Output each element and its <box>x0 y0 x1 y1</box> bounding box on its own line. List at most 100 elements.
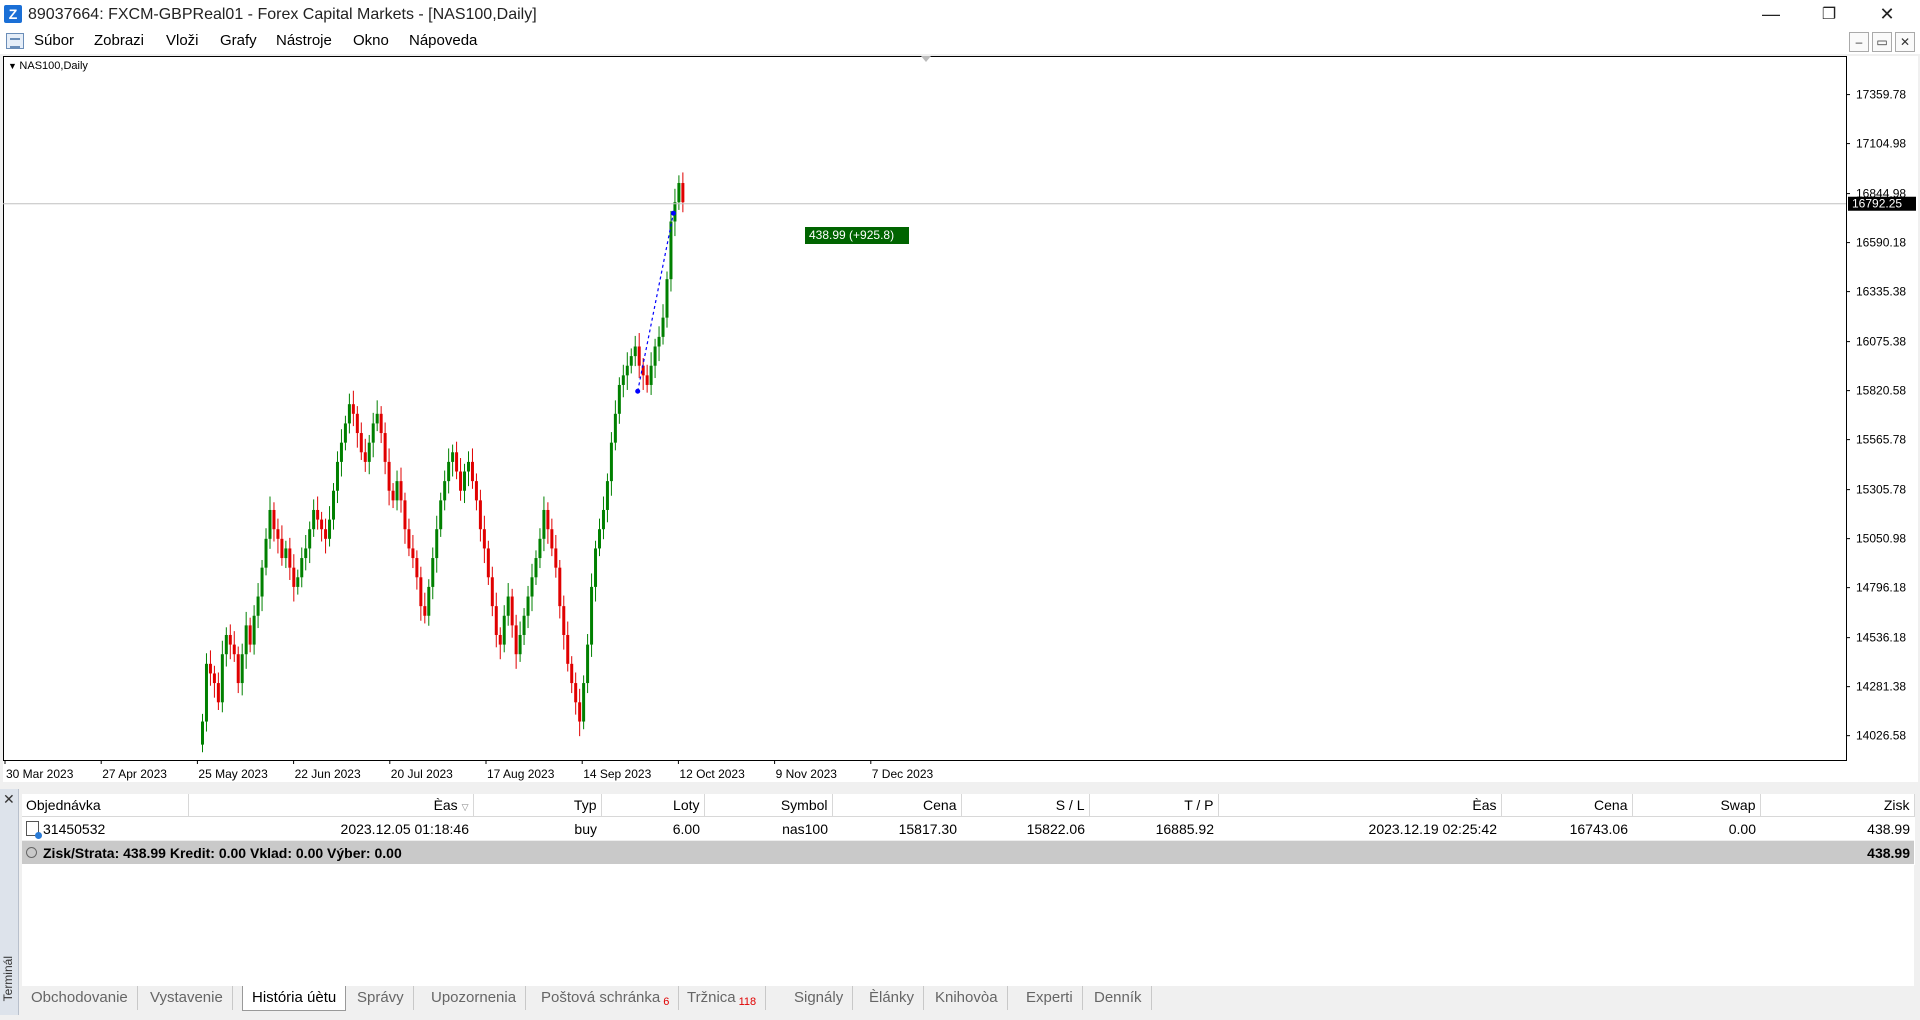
tab-label: Upozornenia <box>431 989 517 1006</box>
sl-cell: 15822.06 <box>961 816 1089 841</box>
menu-bar: Súbor Zobrazi Vloži Grafy Nástroje Okno … <box>0 29 1920 54</box>
candle-body <box>324 529 328 539</box>
price-chart[interactable]: 17359.7817104.9816844.9816590.1816335.38… <box>3 56 1918 782</box>
y-tick-label: 16075.38 <box>1856 335 1906 349</box>
candle-body <box>264 538 268 568</box>
restore-button[interactable]: ❐ <box>1800 0 1858 29</box>
mdi-minimize-button[interactable]: – <box>1849 32 1869 52</box>
candle-body <box>284 548 288 559</box>
tab-account-history[interactable]: História úètu <box>242 986 347 1011</box>
tab-library[interactable]: Knihovòa <box>926 986 1008 1010</box>
menu-file[interactable]: Súbor <box>34 32 74 49</box>
candle-body <box>582 683 586 722</box>
col-type[interactable]: Typ <box>473 794 602 817</box>
col-close-price[interactable]: Cena <box>1501 794 1633 817</box>
tab-articles[interactable]: Èlánky <box>860 986 925 1010</box>
close-button[interactable]: ✕ <box>1858 0 1916 29</box>
candle-body <box>260 567 264 597</box>
candle-body <box>411 548 415 559</box>
col-swap[interactable]: Swap <box>1632 794 1761 817</box>
col-symbol[interactable]: Symbol <box>704 794 833 817</box>
candle-body <box>435 529 439 559</box>
mdi-close-button[interactable]: ✕ <box>1895 32 1915 52</box>
tab-trade[interactable]: Obchodovanie <box>22 986 138 1010</box>
col-sl[interactable]: S / L <box>961 794 1090 817</box>
menu-window[interactable]: Okno <box>353 32 389 49</box>
candle-body <box>312 509 316 530</box>
candle-body <box>613 413 617 443</box>
candle-body <box>617 384 621 414</box>
candle-body <box>542 509 546 539</box>
candle-body <box>332 490 336 520</box>
candle-body <box>538 538 542 559</box>
terminal-side-label: Terminál <box>1 956 15 1002</box>
sort-icon: ▽ <box>461 802 469 812</box>
candle-body <box>308 529 312 549</box>
candle-body <box>526 596 530 616</box>
candle-body <box>574 683 578 703</box>
chart-window-icon[interactable] <box>6 33 24 49</box>
candle-body <box>490 577 494 607</box>
candle-body <box>240 654 244 684</box>
menu-tools[interactable]: Nástroje <box>276 32 332 49</box>
menu-view[interactable]: Zobrazi <box>94 32 144 49</box>
tab-experts[interactable]: Experti <box>1017 986 1083 1010</box>
candle-body <box>653 346 657 366</box>
candle-body <box>661 317 665 337</box>
menu-insert[interactable]: Vloži <box>166 32 199 49</box>
y-tick-label: 15050.98 <box>1856 532 1906 546</box>
candle-body <box>395 481 399 501</box>
candle-body <box>204 663 208 722</box>
tp-cell: 16885.92 <box>1089 816 1218 841</box>
candle-body <box>335 461 339 491</box>
history-table: Objednávka Èas ▽ Typ Loty Symbol Cena S … <box>22 794 1915 865</box>
tab-alerts[interactable]: Upozornenia <box>422 986 527 1010</box>
terminal-close-icon[interactable]: ✕ <box>3 791 15 808</box>
summary-cell: Zisk/Strata: 438.99 Kredit: 0.00 Vklad: … <box>22 840 1760 865</box>
tab-label: Èlánky <box>869 989 915 1006</box>
tab-signals[interactable]: Signály <box>785 986 854 1010</box>
candle-body <box>276 529 280 539</box>
candle-body <box>514 625 518 655</box>
candle-body <box>594 548 598 587</box>
terminal-empty-area <box>22 864 1914 986</box>
tab-mailbox[interactable]: Poštová schránka 6 <box>532 986 680 1010</box>
candle-body <box>546 509 550 530</box>
minimize-button[interactable]: — <box>1742 0 1800 29</box>
col-tp[interactable]: T / P <box>1089 794 1219 817</box>
candle-body <box>443 481 447 501</box>
tab-market[interactable]: Tržnica 118 <box>678 986 767 1010</box>
y-tick-label: 14026.58 <box>1856 729 1906 743</box>
col-open-time[interactable]: Èas ▽ <box>188 794 474 817</box>
col-close-time[interactable]: Èas <box>1218 794 1502 817</box>
candle-body <box>415 558 419 578</box>
summary-row[interactable]: Zisk/Strata: 438.99 Kredit: 0.00 Vklad: … <box>22 840 1914 865</box>
trade-profit-label: 438.99 (+925.8) <box>809 228 894 242</box>
col-lots[interactable]: Loty <box>601 794 705 817</box>
col-profit[interactable]: Zisk <box>1760 794 1915 817</box>
candle-body <box>482 529 486 549</box>
tab-label: Experti <box>1026 989 1073 1006</box>
tab-news[interactable]: Správy <box>348 986 414 1010</box>
trade-open-marker <box>635 388 641 394</box>
candle-body <box>625 365 629 376</box>
candle-body <box>470 461 474 482</box>
candle-body <box>510 596 514 626</box>
tab-journal[interactable]: Denník <box>1085 986 1152 1010</box>
table-row[interactable]: 31450532 2023.12.05 01:18:46 buy 6.00 na… <box>22 816 1914 841</box>
menu-charts[interactable]: Grafy <box>220 32 257 49</box>
chart-window[interactable]: 17359.78 17104.98 16844.98 16590.18 16335.38… <box>3 56 1918 782</box>
candle-body <box>486 548 490 578</box>
order-id: 31450532 <box>43 820 106 837</box>
trade-close-marker <box>670 210 676 216</box>
col-open-price[interactable]: Cena <box>832 794 962 817</box>
mdi-restore-button[interactable]: ▭ <box>1872 32 1892 52</box>
col-order[interactable]: Objednávka <box>22 794 189 817</box>
menu-help[interactable]: Nápoveda <box>409 32 477 49</box>
candle-body <box>447 461 451 482</box>
tab-exposure[interactable]: Vystavenie <box>141 986 233 1010</box>
candle-body <box>598 529 601 549</box>
app-logo-icon: Z <box>4 5 22 23</box>
candle-body <box>252 615 256 645</box>
candle-body <box>637 346 641 366</box>
